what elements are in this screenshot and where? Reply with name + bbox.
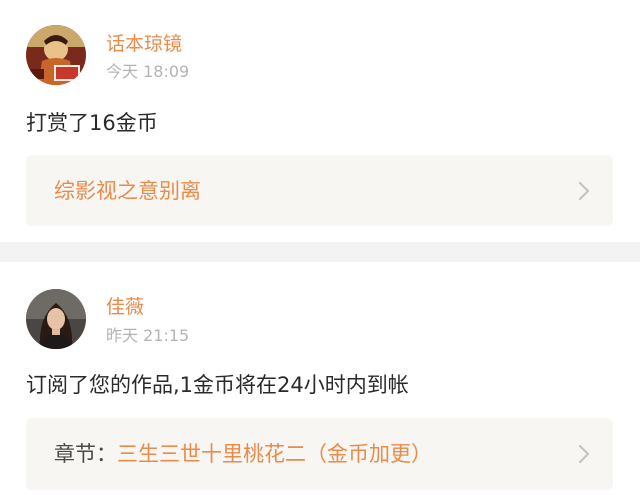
link-text: 章节：三生三世十里桃花二（金币加更） <box>54 441 432 467</box>
chevron-right-icon <box>578 444 590 464</box>
notification-message: 打赏了16金币 <box>26 111 158 135</box>
chevron-right-icon <box>578 181 590 200</box>
timestamp: 昨天 21:15 <box>106 326 190 345</box>
notification-card: 佳薇 昨天 21:15 订阅了您的作品,1金币将在24小时内到帐 章节：三生三世… <box>0 262 640 495</box>
avatar-image <box>26 289 86 349</box>
avatar-image <box>26 25 86 85</box>
link-prefix: 章节： <box>54 442 117 466</box>
link-title: 三生三世十里桃花二（金币加更） <box>117 442 432 466</box>
chapter-link[interactable]: 章节：三生三世十里桃花二（金币加更） <box>26 418 613 490</box>
card-separator <box>0 242 640 262</box>
avatar[interactable] <box>26 25 86 85</box>
notification-message: 订阅了您的作品,1金币将在24小时内到帐 <box>26 373 409 397</box>
avatar[interactable] <box>26 289 86 349</box>
username[interactable]: 佳薇 <box>106 296 144 318</box>
timestamp: 今天 18:09 <box>106 62 190 81</box>
link-text: 综影视之意别离 <box>54 178 201 204</box>
username[interactable]: 话本琼镜 <box>106 33 182 55</box>
link-title: 综影视之意别离 <box>54 178 201 203</box>
work-link[interactable]: 综影视之意别离 <box>26 155 613 226</box>
notification-card: 话本琼镜 今天 18:09 打赏了16金币 综影视之意别离 <box>0 0 640 242</box>
